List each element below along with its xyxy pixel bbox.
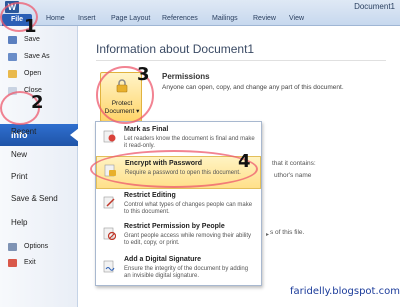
tab-view[interactable]: View [289,15,304,22]
menu-item-description: Let readers know the document is final a… [124,136,255,150]
menu-item-description: Grant people access while removing their… [124,233,252,247]
versions-text: s of this file. [270,229,305,236]
sidebar-item-label: Exit [24,259,36,266]
exit-icon [8,259,17,267]
menu-item-title: Restrict Editing [124,192,176,199]
menu-item-add-digital-signature[interactable]: Add a Digital Signature Ensure the integ… [96,253,261,286]
annotation-number-2: 2 [31,92,44,113]
save-as-icon [8,53,17,61]
tab-mailings[interactable]: Mailings [212,15,238,22]
restrict-editing-icon [103,196,115,209]
annotation-circle-4 [90,150,258,188]
title-bar: W Document1 File Home Insert Page Layout… [0,0,400,26]
menu-item-restrict-permission[interactable]: Restrict Permission by People Grant peop… [96,220,269,253]
mark-final-icon [103,130,116,143]
menu-item-description: Control what types of changes people can… [124,202,253,216]
annotation-number-3: 3 [137,64,150,85]
backstage-sidebar: Save Save As Open Close Info Recent New … [0,26,79,307]
tab-home[interactable]: Home [46,15,65,22]
tab-review[interactable]: Review [253,15,276,22]
sidebar-item-options[interactable]: Options [0,240,78,254]
menu-item-title: Mark as Final [124,126,169,133]
restrict-permission-icon [103,227,116,240]
sidebar-item-new[interactable]: New [11,150,27,159]
tab-references[interactable]: References [162,15,198,22]
title-divider [96,60,386,61]
sidebar-item-exit[interactable]: Exit [0,256,78,270]
sidebar-item-open[interactable]: Open [0,67,78,81]
tab-insert[interactable]: Insert [78,15,96,22]
sidebar-item-print[interactable]: Print [11,172,27,181]
page-title: Information about Document1 [96,42,255,56]
sidebar-item-recent[interactable]: Recent [11,127,36,136]
digital-signature-icon [103,260,115,273]
sidebar-item-label: Open [24,70,42,77]
prepare-sharing-text: that it contains: [272,160,316,167]
sidebar-item-label: Save As [24,53,50,60]
permissions-title: Permissions [162,72,210,81]
menu-item-title: Add a Digital Signature [124,256,202,263]
protect-document-menu: Mark as Final Let readers know the docum… [95,121,269,286]
tab-page-layout[interactable]: Page Layout [111,15,150,22]
sidebar-item-label: Options [24,243,49,250]
menu-item-title: Restrict Permission by People [124,223,225,230]
watermark: faridelly.blogspot.com [290,286,400,297]
prepare-sharing-text-2: uthor's name [274,172,312,179]
submenu-arrow-icon: ▸ [265,232,269,238]
options-icon [8,243,17,251]
sidebar-item-save-as[interactable]: Save As [0,50,78,64]
window-title: Document1 [354,2,395,11]
annotation-number-4: 4 [238,151,251,172]
menu-item-description: Ensure the integrity of the document by … [124,266,249,280]
permissions-description: Anyone can open, copy, and change any pa… [162,84,344,91]
save-icon [8,36,17,44]
annotation-number-1: 1 [24,16,37,37]
menu-item-restrict-editing[interactable]: Restrict Editing Control what types of c… [96,189,261,222]
sidebar-item-save[interactable]: Save [0,33,78,47]
sidebar-item-help[interactable]: Help [11,218,27,227]
sidebar-item-save-send[interactable]: Save & Send [11,194,58,203]
open-folder-icon [8,70,17,78]
